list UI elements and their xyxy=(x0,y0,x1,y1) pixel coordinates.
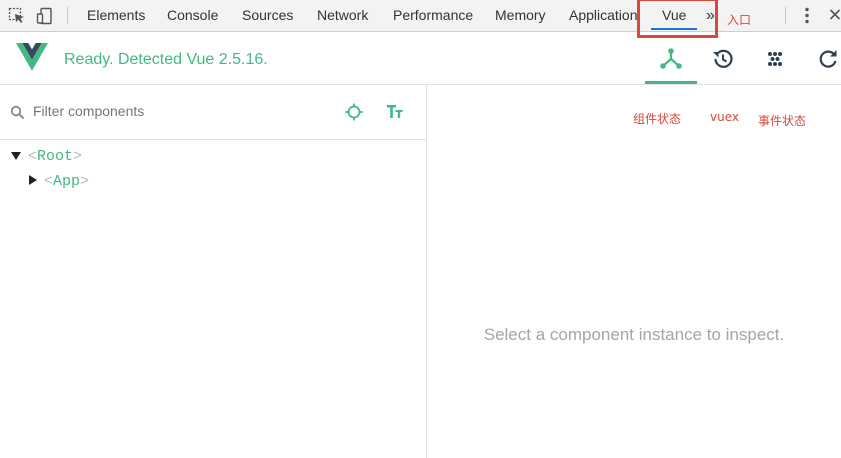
tab-elements[interactable]: Elements xyxy=(87,0,145,31)
tree-node-root-name: Root xyxy=(37,148,74,165)
active-view-indicator xyxy=(645,81,697,84)
select-target-icon[interactable] xyxy=(345,103,363,126)
tab-memory[interactable]: Memory xyxy=(495,0,546,31)
device-toolbar-icon[interactable] xyxy=(36,0,54,31)
cursor-select-icon[interactable] xyxy=(8,0,26,31)
vue-status-text: Ready. Detected Vue 2.5.16. xyxy=(64,51,268,68)
tree-node-root[interactable]: <Root> xyxy=(28,148,82,165)
components-pane: <Root> <App> xyxy=(0,85,427,458)
vue-logo xyxy=(16,43,48,76)
tag-close-bracket: > xyxy=(73,148,83,165)
vuex-annotation: vuex xyxy=(710,110,739,124)
tab-performance[interactable]: Performance xyxy=(393,0,473,31)
history-icon[interactable] xyxy=(710,46,736,72)
refresh-icon[interactable] xyxy=(815,46,841,72)
collapsed-arrow-icon[interactable] xyxy=(29,175,37,185)
events-grid-icon[interactable] xyxy=(762,46,788,72)
text-format-icon[interactable] xyxy=(386,104,404,125)
tree-node-app[interactable]: <App> xyxy=(44,173,89,190)
expanded-arrow-icon[interactable] xyxy=(11,152,21,160)
tree-node-app-name: App xyxy=(53,173,81,190)
tag-close-bracket: > xyxy=(80,173,90,190)
component-state-annotation: 组件状态 xyxy=(633,112,682,126)
component-tree-icon[interactable] xyxy=(658,46,684,72)
toolbar-divider xyxy=(67,7,68,24)
search-icon xyxy=(10,105,25,125)
kebab-menu-icon[interactable] xyxy=(800,0,814,31)
tab-application[interactable]: Application xyxy=(569,0,638,31)
tab-network[interactable]: Network xyxy=(317,0,368,31)
inspector-empty-message: Select a component instance to inspect. xyxy=(483,325,785,344)
filter-components-input[interactable] xyxy=(33,103,323,119)
tab-console[interactable]: Console xyxy=(167,0,218,31)
tag-open-bracket: < xyxy=(28,148,38,165)
toolbar-divider xyxy=(785,7,786,24)
tab-sources[interactable]: Sources xyxy=(242,0,293,31)
close-icon[interactable] xyxy=(829,0,841,31)
event-state-annotation: 事件状态 xyxy=(758,114,807,128)
tag-open-bracket: < xyxy=(44,173,54,190)
filter-bar xyxy=(0,85,426,140)
entry-annotation: 入口 xyxy=(727,13,752,27)
vue-devtools-header: Ready. Detected Vue 2.5.16. xyxy=(0,32,841,85)
